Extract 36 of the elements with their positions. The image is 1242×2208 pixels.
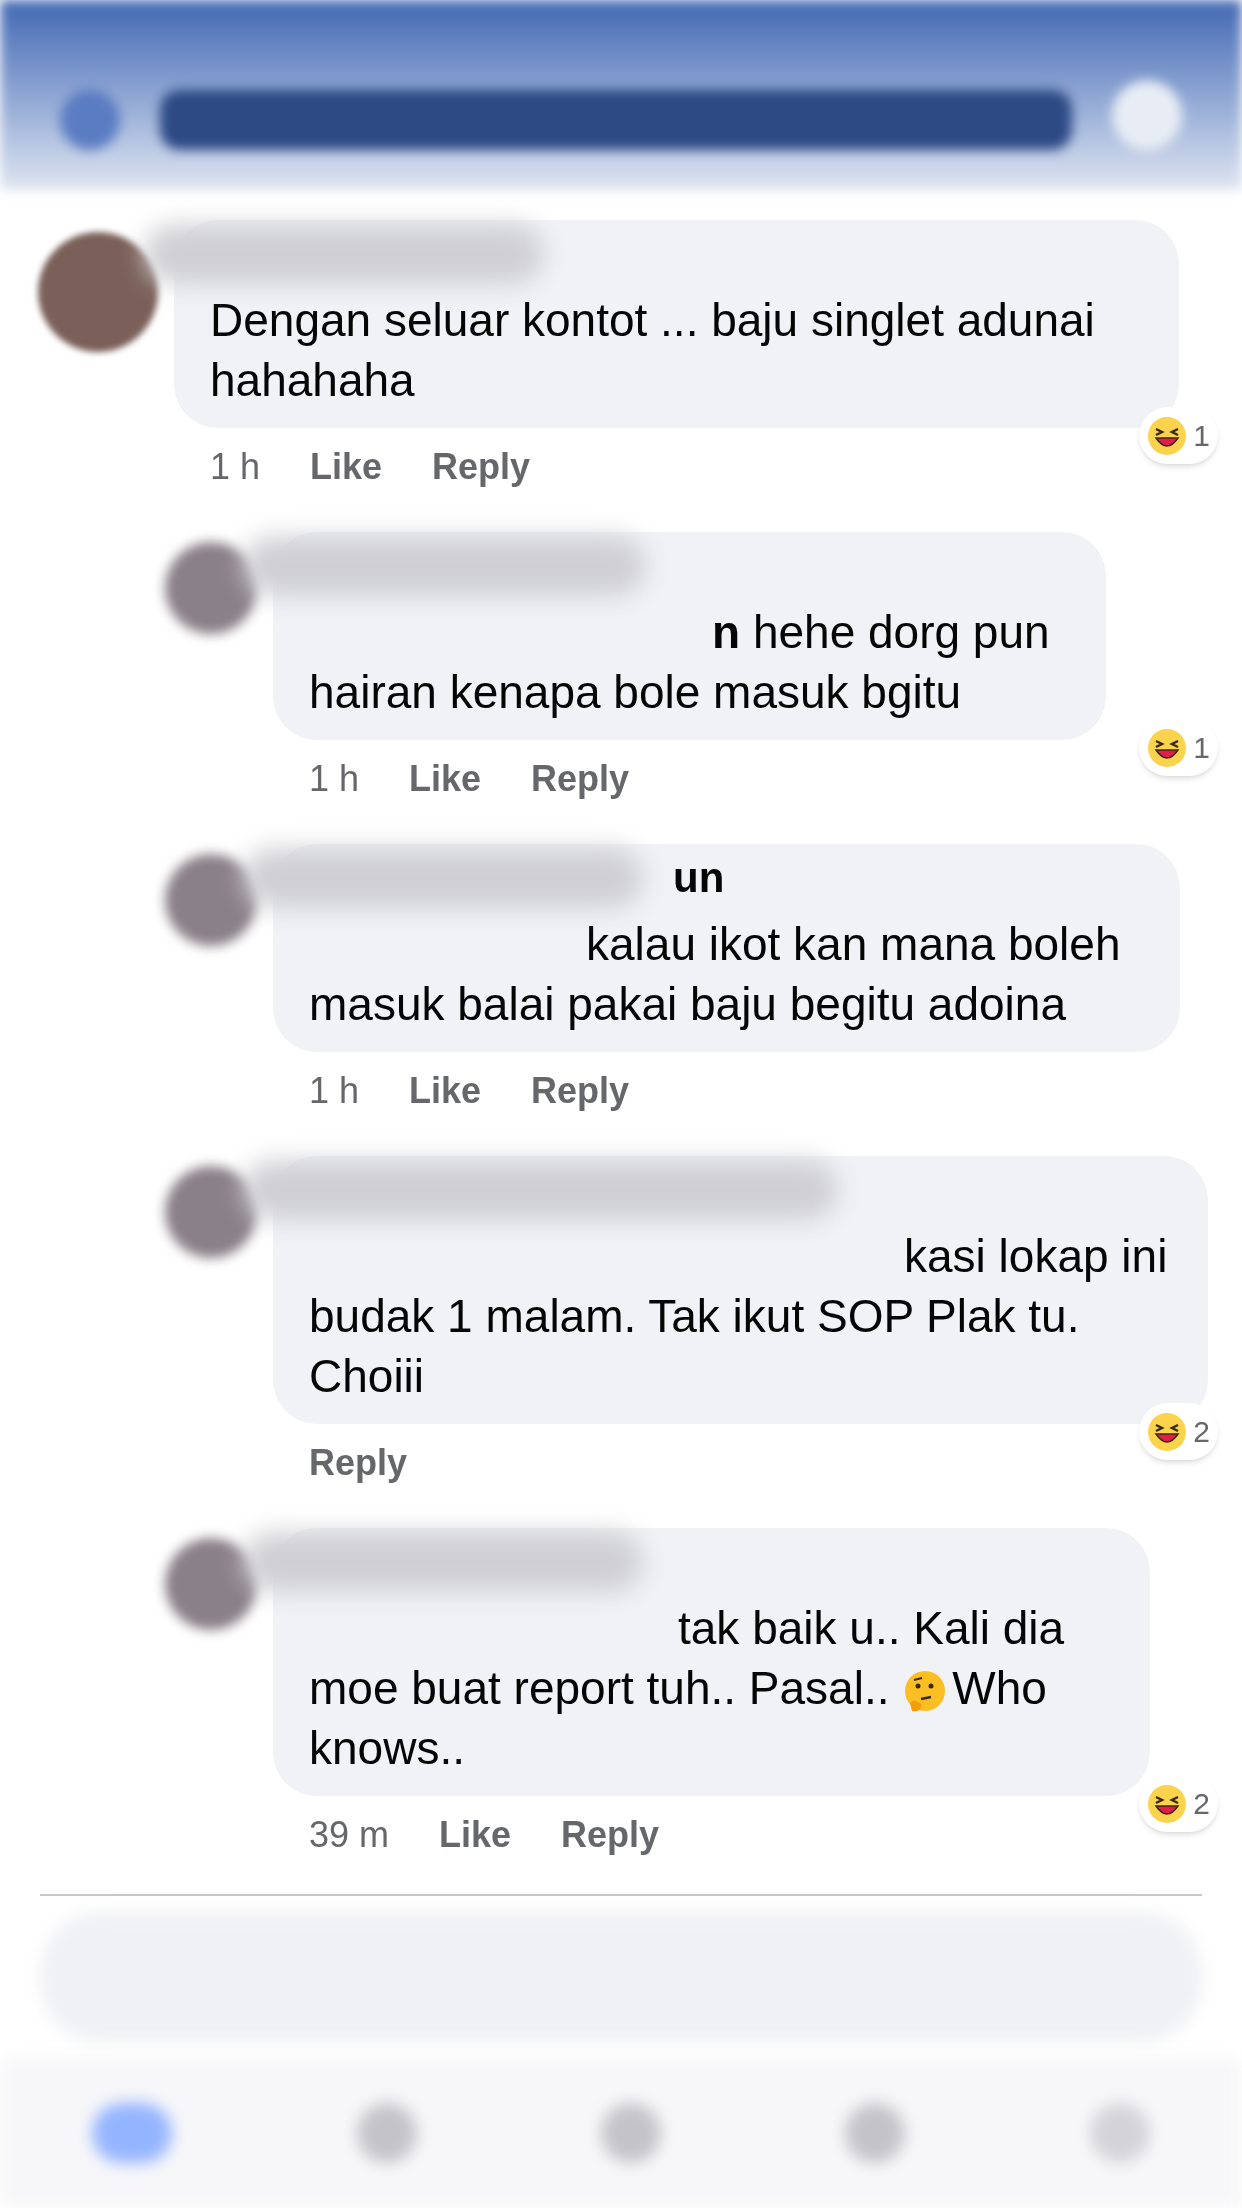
reaction-badge[interactable]: 1 <box>1139 407 1218 464</box>
reaction-badge[interactable]: 2 <box>1139 1403 1218 1460</box>
comment-text: n hehe dorg pun hairan kenapa bole masuk bgitu <box>309 605 1051 720</box>
avatar[interactable] <box>165 854 257 946</box>
comment-text: kalau ikot kan mana boleh masuk balai pakai baju begitu adoina <box>309 917 1122 1032</box>
laughing-emoji-icon <box>1147 1783 1188 1824</box>
laughing-emoji-icon <box>1147 727 1188 768</box>
comment-action-link[interactable]: Like <box>310 440 383 494</box>
reaction-count: 2 <box>1193 1786 1210 1822</box>
comment-action-link[interactable]: Like <box>409 752 482 806</box>
comment-text: tak baik u.. Kali dia moe buat report tuh.. Pasal.. Who knows.. <box>309 1601 1066 1776</box>
reaction-count: 1 <box>1193 730 1210 766</box>
avatar[interactable] <box>165 542 257 634</box>
comment-action-link[interactable]: Reply <box>561 1808 660 1862</box>
reaction-count: 1 <box>1193 418 1210 454</box>
comment-action-link[interactable]: Like <box>439 1808 512 1862</box>
comment-time: 1 h <box>309 1069 360 1113</box>
comment-action-link[interactable]: Like <box>409 1064 482 1118</box>
author-name[interactable]: un <box>673 854 725 902</box>
avatar[interactable] <box>165 1538 257 1630</box>
comment-time: 1 h <box>210 445 261 489</box>
comment-action-link[interactable]: Reply <box>432 440 531 494</box>
reaction-badge[interactable]: 2 <box>1139 1775 1218 1832</box>
comment-text: kasi lokap ini budak 1 malam. Tak ikut SOP Plak tu. Choiii <box>309 1229 1169 1404</box>
comment-text: Dengan seluar kontot ... baju singlet adunai hahahaha <box>210 293 1096 408</box>
comment-action-link[interactable]: Reply <box>531 752 630 806</box>
comment-action-link[interactable]: Reply <box>309 1436 408 1490</box>
avatar[interactable] <box>165 1166 257 1258</box>
laughing-emoji-icon <box>1147 415 1188 456</box>
comment-action-link[interactable]: Reply <box>531 1064 630 1118</box>
reaction-badge[interactable]: 1 <box>1139 719 1218 776</box>
laughing-emoji-icon <box>1147 1411 1188 1452</box>
reaction-count: 2 <box>1193 1414 1210 1450</box>
comment-time: 39 m <box>309 1813 390 1857</box>
avatar[interactable] <box>38 232 158 352</box>
comment-time: 1 h <box>309 757 360 801</box>
